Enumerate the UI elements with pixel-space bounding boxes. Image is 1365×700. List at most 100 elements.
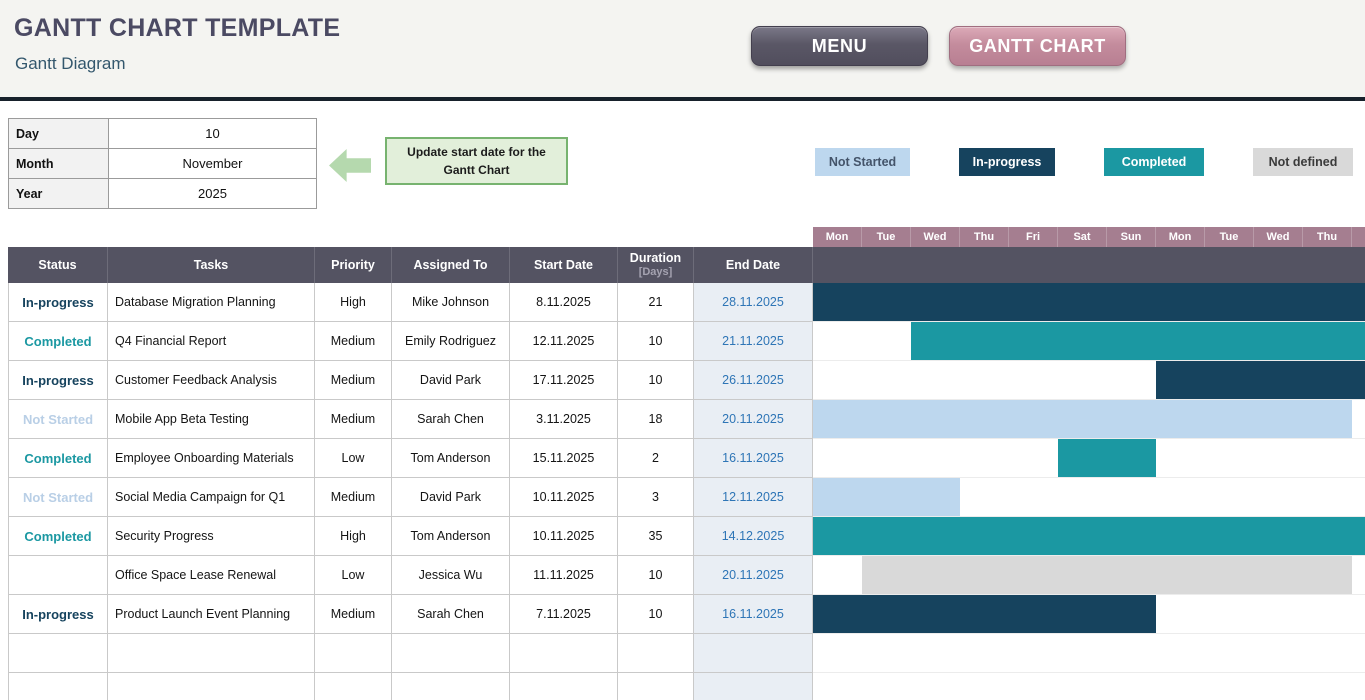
cell-task[interactable] — [108, 673, 315, 700]
cell-status[interactable]: Not Started — [8, 478, 108, 517]
control-value-cell[interactable]: November — [109, 149, 316, 178]
cell-priority[interactable]: High — [315, 517, 392, 556]
cell-assigned-to[interactable] — [392, 673, 510, 700]
legend-completed: Completed — [1104, 148, 1204, 176]
cell-assigned-to[interactable]: Sarah Chen — [392, 400, 510, 439]
cell-end-date[interactable]: 20.11.2025 — [694, 556, 813, 595]
cell-end-date[interactable]: 21.11.2025 — [694, 322, 813, 361]
cell-task[interactable]: Database Migration Planning — [108, 283, 315, 322]
cell-status[interactable] — [8, 634, 108, 673]
cell-task[interactable]: Social Media Campaign for Q1 — [108, 478, 315, 517]
menu-button[interactable]: MENU — [751, 26, 928, 66]
cell-task[interactable]: Office Space Lease Renewal — [108, 556, 315, 595]
gantt-cell[interactable] — [813, 517, 1365, 556]
cell-duration[interactable]: 21 — [618, 283, 694, 322]
cell-start-date[interactable] — [510, 634, 618, 673]
cell-end-date[interactable]: 26.11.2025 — [694, 361, 813, 400]
cell-priority[interactable]: Medium — [315, 400, 392, 439]
cell-task[interactable] — [108, 634, 315, 673]
cell-task[interactable]: Security Progress — [108, 517, 315, 556]
cell-task[interactable]: Product Launch Event Planning — [108, 595, 315, 634]
gantt-cell[interactable] — [813, 595, 1365, 634]
cell-priority[interactable]: Medium — [315, 595, 392, 634]
cell-priority[interactable]: High — [315, 283, 392, 322]
cell-status[interactable]: In-progress — [8, 361, 108, 400]
weekday-cell: Mon — [813, 227, 862, 247]
gantt-cell[interactable] — [813, 478, 1365, 517]
cell-assigned-to[interactable]: Tom Anderson — [392, 517, 510, 556]
gantt-cell[interactable] — [813, 283, 1365, 322]
date-controls-table: Day 10 Month November Year 2025 — [8, 118, 317, 209]
cell-end-date[interactable]: 28.11.2025 — [694, 283, 813, 322]
header-duration: Duration [Days] — [618, 247, 694, 283]
gantt-bar-completed — [813, 517, 1365, 555]
cell-priority[interactable] — [315, 673, 392, 700]
cell-status[interactable]: Not Started — [8, 400, 108, 439]
cell-priority[interactable] — [315, 634, 392, 673]
cell-duration[interactable]: 10 — [618, 556, 694, 595]
cell-status[interactable]: In-progress — [8, 283, 108, 322]
cell-task[interactable]: Customer Feedback Analysis — [108, 361, 315, 400]
gantt-cell[interactable] — [813, 634, 1365, 673]
cell-priority[interactable]: Medium — [315, 322, 392, 361]
cell-priority[interactable]: Low — [315, 556, 392, 595]
cell-end-date[interactable]: 16.11.2025 — [694, 439, 813, 478]
cell-assigned-to[interactable] — [392, 634, 510, 673]
gantt-cell[interactable] — [813, 322, 1365, 361]
cell-duration[interactable]: 10 — [618, 322, 694, 361]
cell-start-date[interactable]: 8.11.2025 — [510, 283, 618, 322]
cell-assigned-to[interactable]: Mike Johnson — [392, 283, 510, 322]
gantt-cell[interactable] — [813, 556, 1365, 595]
cell-status[interactable]: Completed — [8, 322, 108, 361]
cell-priority[interactable]: Low — [315, 439, 392, 478]
cell-assigned-to[interactable]: David Park — [392, 361, 510, 400]
cell-duration[interactable]: 18 — [618, 400, 694, 439]
cell-status[interactable] — [8, 673, 108, 700]
cell-status[interactable]: Completed — [8, 439, 108, 478]
cell-start-date[interactable]: 11.11.2025 — [510, 556, 618, 595]
cell-end-date[interactable]: 20.11.2025 — [694, 400, 813, 439]
cell-priority[interactable]: Medium — [315, 361, 392, 400]
cell-end-date[interactable] — [694, 673, 813, 700]
cell-duration[interactable]: 10 — [618, 595, 694, 634]
cell-start-date[interactable]: 17.11.2025 — [510, 361, 618, 400]
cell-end-date[interactable]: 14.12.2025 — [694, 517, 813, 556]
gantt-chart-button[interactable]: GANTT CHART — [949, 26, 1126, 66]
cell-task[interactable]: Mobile App Beta Testing — [108, 400, 315, 439]
cell-status[interactable] — [8, 556, 108, 595]
gantt-cell[interactable] — [813, 361, 1365, 400]
cell-start-date[interactable] — [510, 673, 618, 700]
cell-duration[interactable]: 3 — [618, 478, 694, 517]
cell-end-date[interactable] — [694, 634, 813, 673]
cell-end-date[interactable]: 12.11.2025 — [694, 478, 813, 517]
cell-assigned-to[interactable]: Tom Anderson — [392, 439, 510, 478]
cell-assigned-to[interactable]: Emily Rodriguez — [392, 322, 510, 361]
cell-task[interactable]: Employee Onboarding Materials — [108, 439, 315, 478]
gantt-cell[interactable] — [813, 673, 1365, 700]
cell-duration[interactable]: 35 — [618, 517, 694, 556]
cell-priority[interactable]: Medium — [315, 478, 392, 517]
cell-assigned-to[interactable]: David Park — [392, 478, 510, 517]
cell-status[interactable]: In-progress — [8, 595, 108, 634]
cell-duration[interactable]: 10 — [618, 361, 694, 400]
table-body: In-progress Database Migration Planning Hi… — [8, 283, 1365, 700]
cell-start-date[interactable]: 12.11.2025 — [510, 322, 618, 361]
cell-start-date[interactable]: 10.11.2025 — [510, 517, 618, 556]
cell-duration[interactable]: 2 — [618, 439, 694, 478]
cell-duration[interactable] — [618, 634, 694, 673]
cell-start-date[interactable]: 10.11.2025 — [510, 478, 618, 517]
cell-assigned-to[interactable]: Jessica Wu — [392, 556, 510, 595]
cell-assigned-to[interactable]: Sarah Chen — [392, 595, 510, 634]
gantt-cell[interactable] — [813, 400, 1365, 439]
cell-status[interactable]: Completed — [8, 517, 108, 556]
control-label: Month — [9, 149, 109, 178]
control-value-cell[interactable]: 10 — [109, 119, 316, 148]
cell-start-date[interactable]: 7.11.2025 — [510, 595, 618, 634]
cell-start-date[interactable]: 3.11.2025 — [510, 400, 618, 439]
control-value-cell[interactable]: 2025 — [109, 179, 316, 208]
cell-start-date[interactable]: 15.11.2025 — [510, 439, 618, 478]
cell-duration[interactable] — [618, 673, 694, 700]
cell-task[interactable]: Q4 Financial Report — [108, 322, 315, 361]
gantt-cell[interactable] — [813, 439, 1365, 478]
cell-end-date[interactable]: 16.11.2025 — [694, 595, 813, 634]
